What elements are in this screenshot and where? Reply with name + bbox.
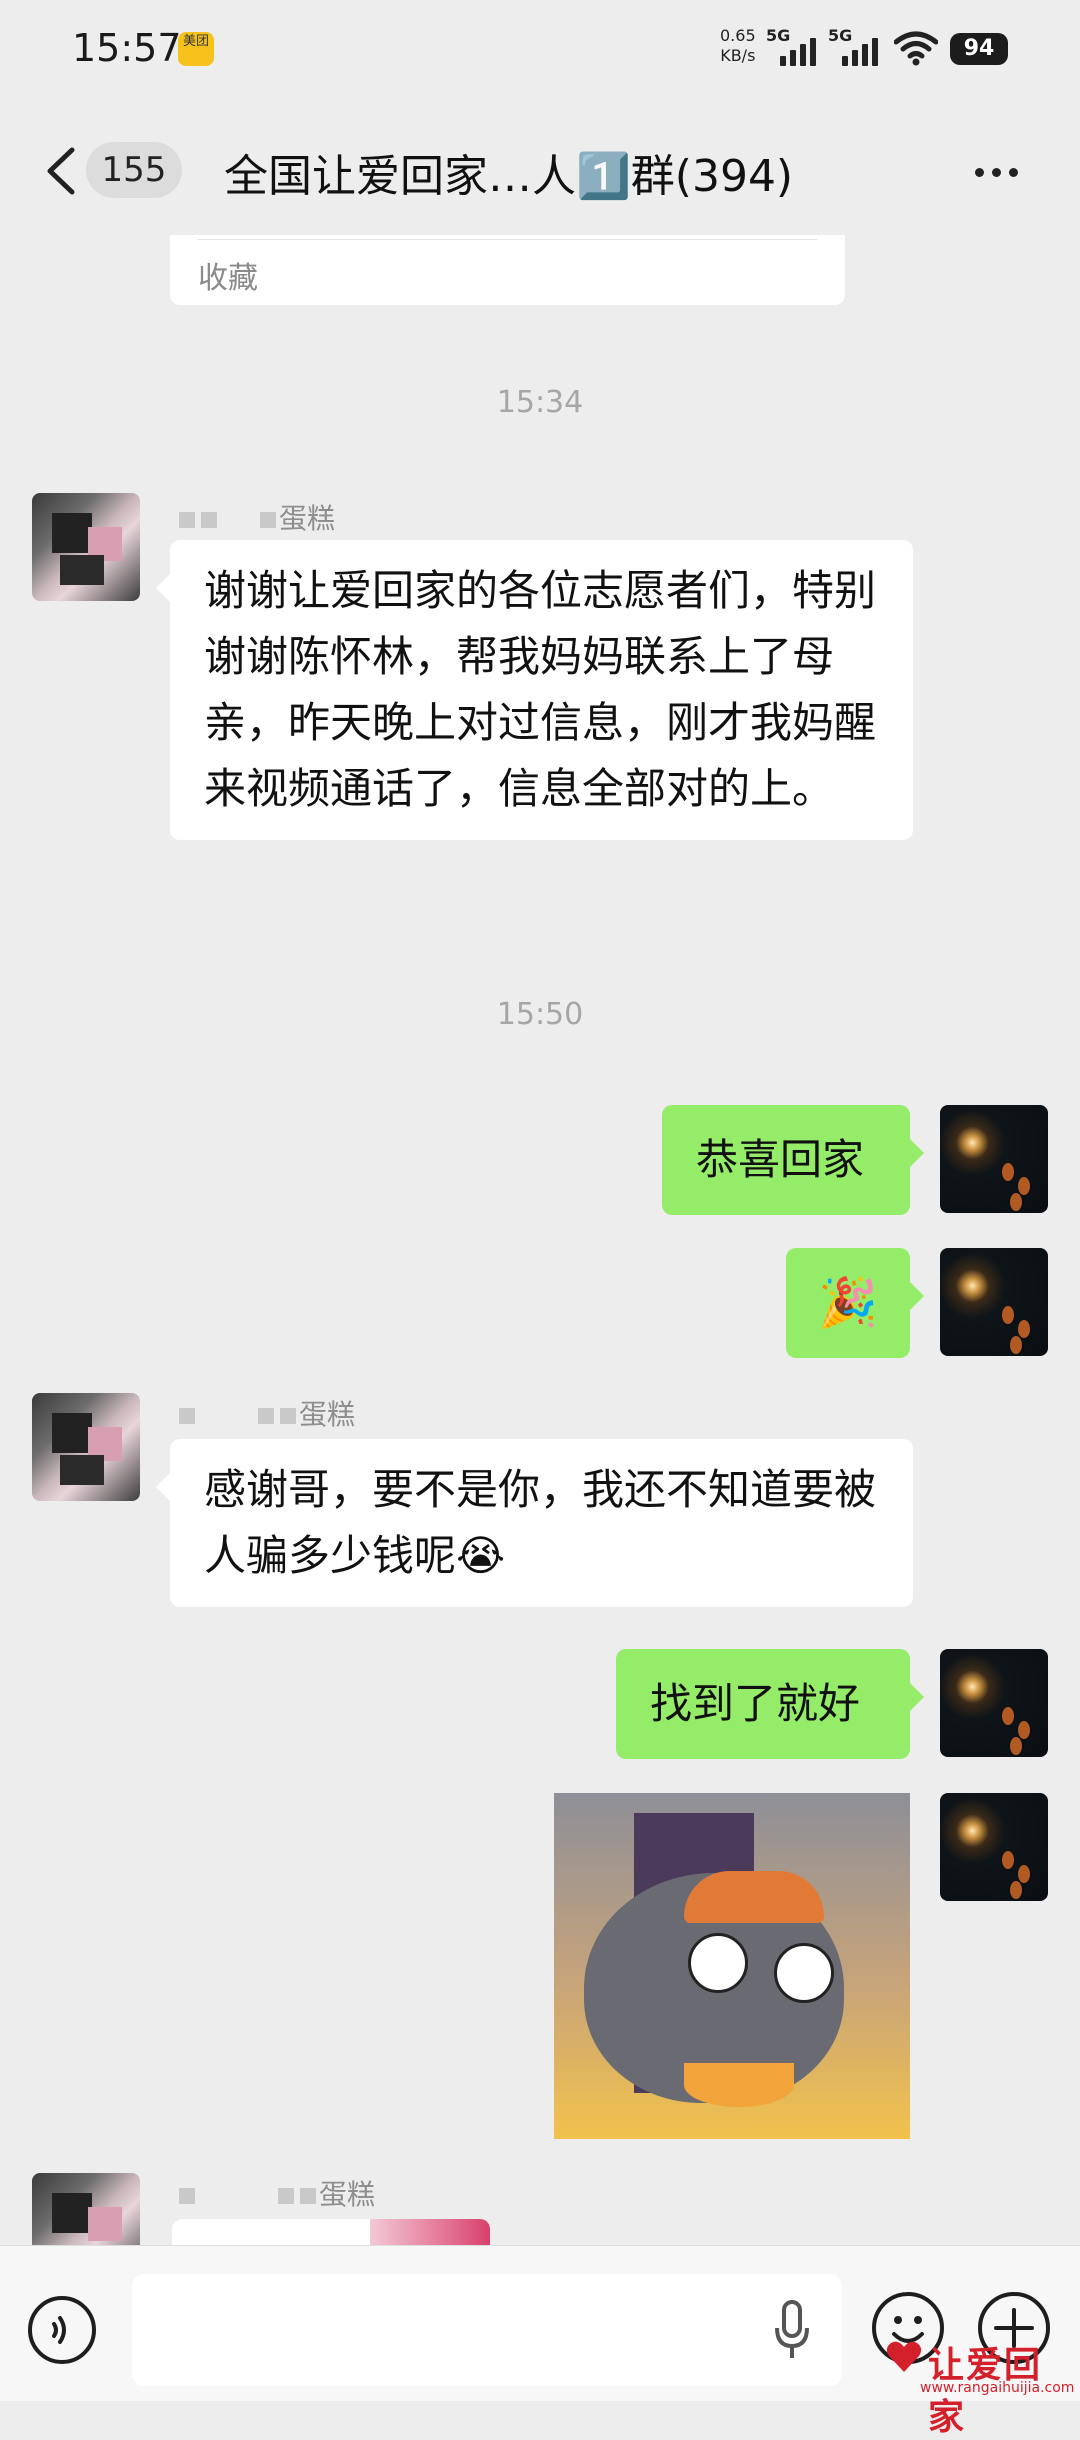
signal-icon: 5G bbox=[828, 26, 880, 66]
network-speed: 0.65 KB/s bbox=[720, 26, 756, 66]
sticker-image[interactable] bbox=[554, 1793, 910, 2139]
heart-logo-icon bbox=[886, 2341, 922, 2372]
wifi-icon bbox=[894, 31, 938, 66]
avatar[interactable] bbox=[940, 1649, 1048, 1757]
message-bubble-outgoing[interactable]: 恭喜回家 bbox=[662, 1105, 924, 1215]
sender-name: 蛋糕 bbox=[176, 1393, 355, 1433]
message-bubble-outgoing[interactable]: 🎉 bbox=[786, 1248, 924, 1358]
chat-header: 155 全国让爱回家…人1️⃣群(394) bbox=[0, 110, 1080, 235]
battery-indicator: 94 bbox=[950, 33, 1008, 65]
voice-icon bbox=[52, 2316, 66, 2344]
voice-toggle-button[interactable] bbox=[28, 2296, 96, 2364]
network-speed-unit: KB/s bbox=[720, 46, 756, 65]
status-bar: 15:57 美团 0.65 KB/s 5G 5G 94 bbox=[0, 0, 1080, 110]
message-bubble-outgoing[interactable]: 找到了就好 bbox=[616, 1649, 924, 1759]
favorite-label: 收藏 bbox=[198, 261, 258, 296]
message-input[interactable] bbox=[132, 2274, 842, 2386]
avatar[interactable] bbox=[940, 1793, 1048, 1901]
network-speed-value: 0.65 bbox=[720, 26, 756, 45]
avatar[interactable] bbox=[32, 1393, 140, 1501]
message-bubble-incoming[interactable]: 感谢哥，要不是你，我还不知道要被人骗多少钱呢😭 bbox=[156, 1439, 913, 1607]
chat-title[interactable]: 全国让爱回家…人1️⃣群(394) bbox=[224, 140, 793, 204]
status-time: 15:57 bbox=[72, 26, 182, 70]
more-icon[interactable] bbox=[975, 168, 1018, 177]
watermark-url: www.rangaihuijia.com bbox=[920, 2380, 1075, 2396]
timestamp: 15:50 bbox=[496, 997, 584, 1032]
shared-card[interactable] bbox=[172, 2219, 490, 2245]
avatar[interactable] bbox=[32, 2173, 140, 2245]
watermark: 让爱回家 www.rangaihuijia.com bbox=[884, 2336, 1075, 2438]
shared-card[interactable]: 收藏 bbox=[170, 235, 845, 305]
meituan-app-icon: 美团 bbox=[178, 32, 214, 66]
sender-name: 蛋糕 bbox=[176, 497, 335, 537]
message-bubble-incoming[interactable]: 谢谢让爱回家的各位志愿者们，特别谢谢陈怀林，帮我妈妈联系上了母亲，昨天晚上对过信… bbox=[156, 540, 913, 840]
avatar[interactable] bbox=[940, 1248, 1048, 1356]
avatar[interactable] bbox=[32, 493, 140, 601]
mic-icon[interactable] bbox=[772, 2298, 812, 2362]
avatar[interactable] bbox=[940, 1105, 1048, 1213]
timestamp: 15:34 bbox=[496, 385, 584, 420]
signal-icon: 5G bbox=[766, 26, 818, 66]
back-icon[interactable] bbox=[42, 146, 82, 196]
message-list[interactable]: 收藏 15:34 蛋糕 谢谢让爱回家的各位志愿者们，特别谢谢陈怀林，帮我妈妈联系… bbox=[0, 235, 1080, 2245]
sender-name: 蛋糕 bbox=[176, 2173, 375, 2213]
unread-count-badge[interactable]: 155 bbox=[86, 142, 182, 198]
